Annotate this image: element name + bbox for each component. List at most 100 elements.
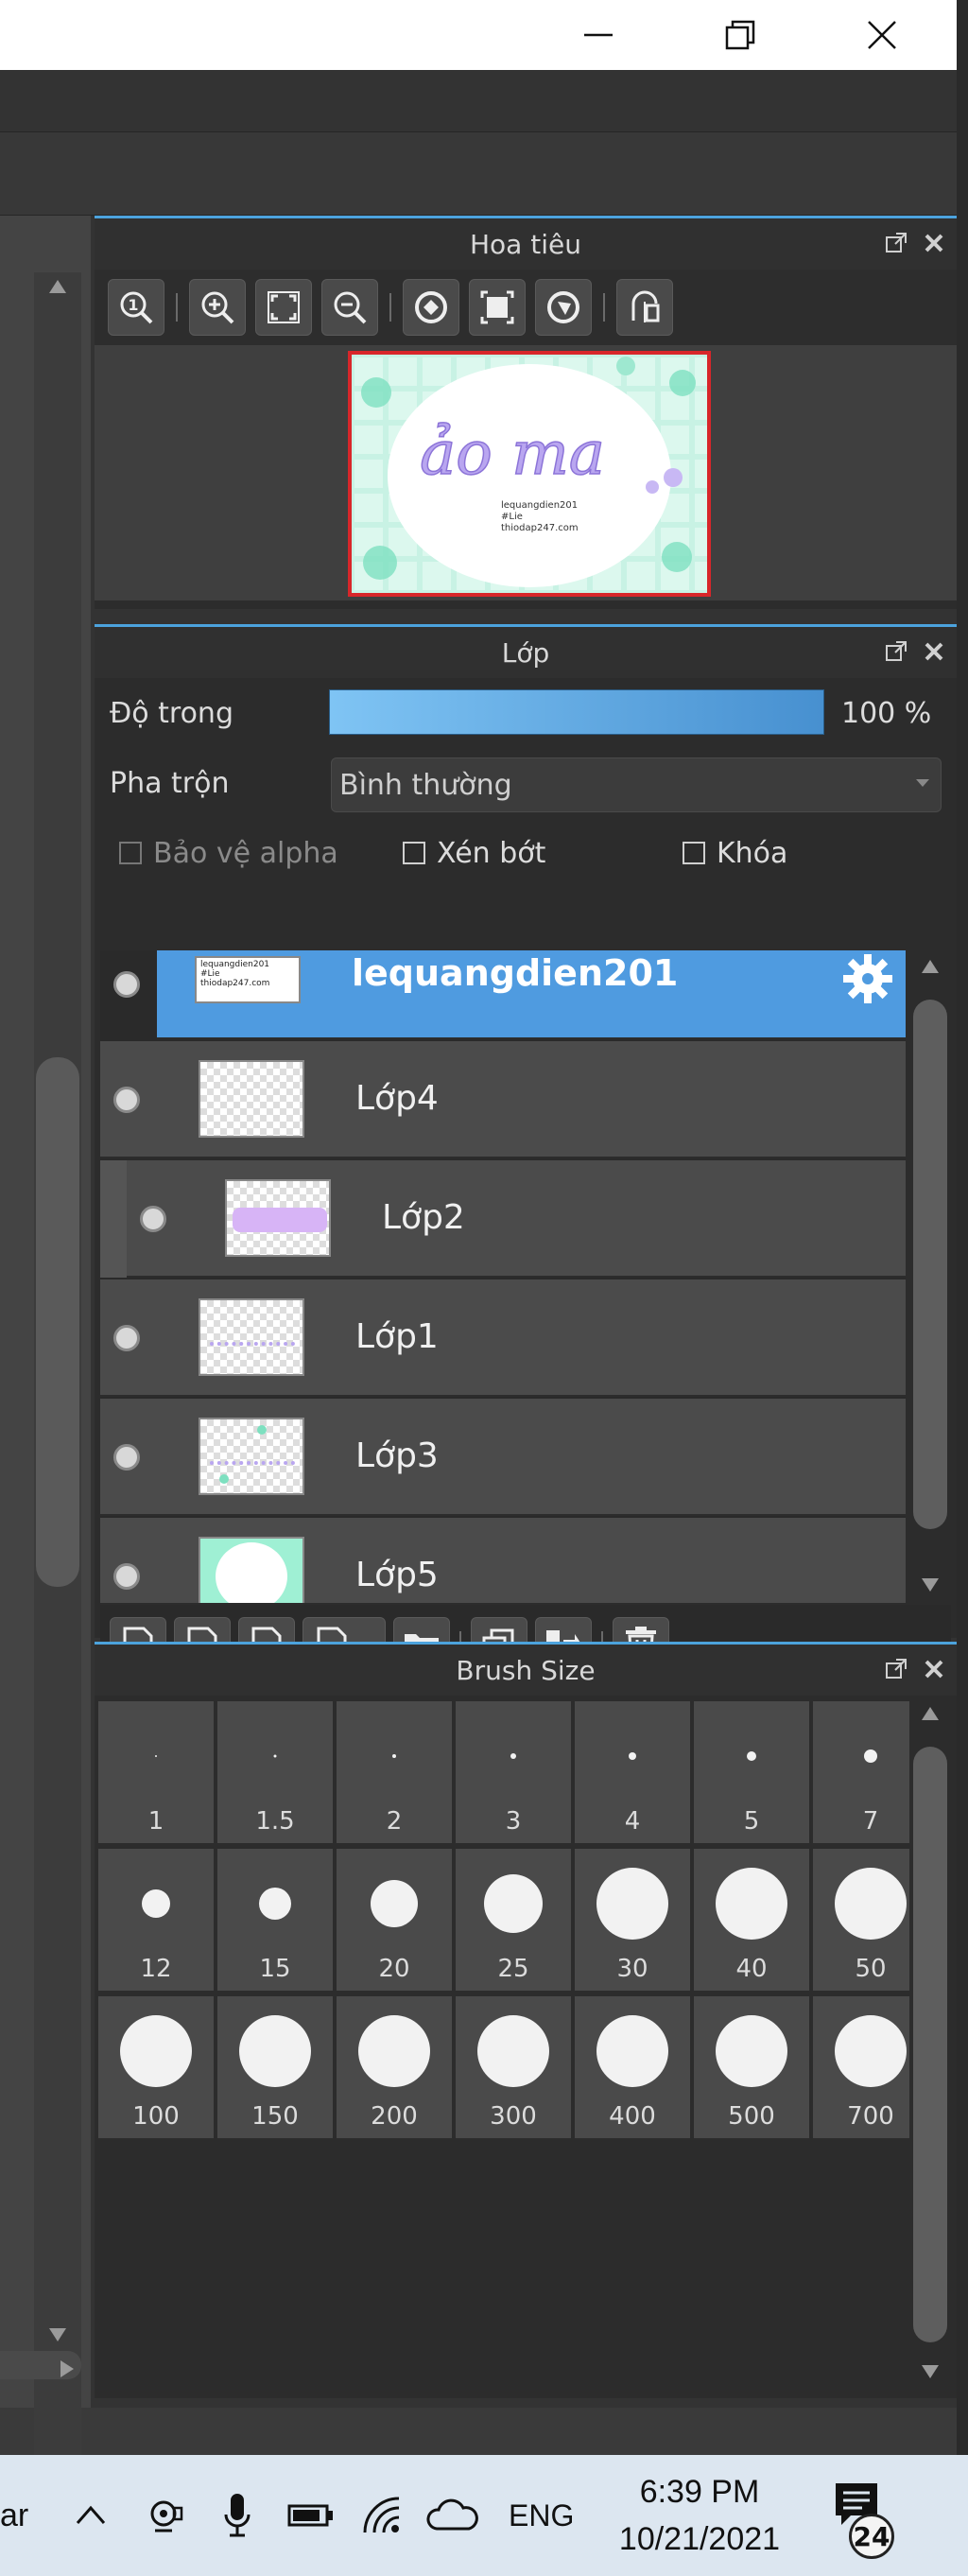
- navigator-popout-button[interactable]: [883, 230, 909, 256]
- brush-size-label: 400: [609, 2102, 656, 2131]
- checkbox-box: [119, 842, 142, 864]
- rotate-left-button[interactable]: [403, 279, 459, 336]
- close-window-button[interactable]: [847, 0, 917, 70]
- protect-alpha-checkbox[interactable]: Bảo vệ alpha: [119, 837, 338, 870]
- brush-size-option[interactable]: 100: [98, 1996, 214, 2138]
- brush-size-option[interactable]: 15: [217, 1849, 333, 1991]
- brush-size-option[interactable]: 30: [575, 1849, 690, 1991]
- fit-screen-button[interactable]: [255, 279, 312, 336]
- windows-taskbar: ar ENG 6:39 PM 10/21/2021 24: [0, 2455, 968, 2576]
- layer-item-lop1[interactable]: Lớp1: [100, 1279, 906, 1397]
- popout-icon: [886, 641, 907, 661]
- brush-scroll-thumb[interactable]: [913, 1747, 947, 2342]
- brush-size-dot: [259, 1888, 291, 1920]
- brush-size-option[interactable]: 25: [456, 1849, 571, 1991]
- onedrive-tray-button[interactable]: [425, 2455, 478, 2576]
- scroll-down-arrow-icon[interactable]: [922, 2365, 939, 2378]
- microphone-tray-button[interactable]: [223, 2455, 251, 2576]
- canvas-preview-image[interactable]: ảo ma lequangdien201 #Lie thiodap247.com: [348, 351, 711, 597]
- blend-mode-select[interactable]: Bình thường: [331, 757, 942, 812]
- brush-size-label: 200: [371, 2102, 418, 2131]
- preview-line-1: lequangdien201: [501, 500, 578, 511]
- brush-size-option[interactable]: 150: [217, 1996, 333, 2138]
- layers-scroll-thumb[interactable]: [913, 1000, 947, 1529]
- scroll-up-arrow-icon[interactable]: [922, 1707, 939, 1720]
- brush-size-option[interactable]: 2: [337, 1701, 452, 1843]
- brush-size-option[interactable]: 12: [98, 1849, 214, 1991]
- taskbar-clock[interactable]: 6:39 PM 10/21/2021: [605, 2468, 794, 2563]
- layer-visibility-toggle[interactable]: [113, 1325, 140, 1351]
- layer-item-lequangdien201[interactable]: lequangdien201 #Lie thiodap247.com lequa…: [157, 950, 906, 1039]
- scroll-up-arrow-icon[interactable]: [49, 280, 66, 293]
- brush-size-option[interactable]: 1.5: [217, 1701, 333, 1843]
- brush-size-option[interactable]: 5: [694, 1701, 809, 1843]
- layers-header: Lớp: [95, 627, 957, 678]
- layer-item-lop5[interactable]: Lớp5: [100, 1518, 906, 1603]
- flip-horizontal-icon: [631, 290, 660, 322]
- brush-size-scrollbar[interactable]: [909, 1697, 951, 2388]
- layer-visibility-toggle[interactable]: [140, 1206, 166, 1232]
- window-edge: [957, 0, 968, 2455]
- brush-size-label: 15: [259, 1955, 291, 1983]
- navigator-close-button[interactable]: [921, 230, 947, 256]
- scroll-right-arrow-icon[interactable]: [60, 2360, 74, 2377]
- layer-name: Lớp3: [355, 1436, 439, 1475]
- opacity-slider[interactable]: [329, 689, 824, 735]
- navigator-preview[interactable]: ảo ma lequangdien201 #Lie thiodap247.com: [95, 345, 957, 600]
- camera-tray-button[interactable]: [147, 2455, 185, 2576]
- scroll-down-arrow-icon[interactable]: [922, 1578, 939, 1592]
- scroll-down-arrow-icon[interactable]: [49, 2328, 66, 2341]
- maximize-button[interactable]: [705, 0, 775, 70]
- notification-count-badge: 24: [849, 2514, 894, 2559]
- show-hidden-icons-button[interactable]: [72, 2455, 110, 2576]
- brush-size-label: 5: [743, 1807, 760, 1836]
- battery-tray-button[interactable]: [287, 2455, 335, 2576]
- canvas-scroll-thumb[interactable]: [36, 1057, 79, 1587]
- layers-scrollbar[interactable]: [909, 950, 951, 1603]
- brush-size-dot: [835, 1868, 907, 1940]
- layer-visibility-toggle[interactable]: [113, 1563, 140, 1590]
- wifi-tray-button[interactable]: [361, 2455, 403, 2576]
- layer-visibility-toggle[interactable]: [113, 1087, 140, 1113]
- minimize-button[interactable]: [563, 0, 633, 70]
- title-bar: [0, 0, 957, 70]
- brush-size-option[interactable]: 400: [575, 1996, 690, 2138]
- brush-size-dot: [358, 2015, 430, 2087]
- close-icon: [925, 642, 943, 661]
- layer-settings-button[interactable]: [839, 950, 896, 1007]
- brush-size-option[interactable]: 3: [456, 1701, 571, 1843]
- zoom-in-button[interactable]: [189, 279, 246, 336]
- layer-item-lop3[interactable]: Lớp3: [100, 1399, 906, 1516]
- layer-visibility-toggle[interactable]: [113, 1444, 140, 1471]
- taskbar-app-label[interactable]: ar: [0, 2455, 28, 2576]
- brush-size-dot: [747, 1751, 756, 1761]
- zoom-actual-button[interactable]: 1: [108, 279, 164, 336]
- clip-checkbox[interactable]: Xén bớt: [403, 837, 545, 870]
- brush-size-option[interactable]: 1: [98, 1701, 214, 1843]
- brush-size-option[interactable]: 40: [694, 1849, 809, 1991]
- brush-size-option[interactable]: 500: [694, 1996, 809, 2138]
- canvas-vertical-scrollbar[interactable]: [34, 272, 81, 2551]
- flip-horizontal-button[interactable]: [616, 279, 673, 336]
- scroll-up-arrow-icon[interactable]: [922, 960, 939, 973]
- rotate-right-button[interactable]: [535, 279, 592, 336]
- layer-item-lop2[interactable]: Lớp2: [127, 1160, 906, 1278]
- layer-item-lop4[interactable]: Lớp4: [100, 1041, 906, 1158]
- layer-thumbnail: [199, 1060, 304, 1138]
- layers-close-button[interactable]: [921, 638, 947, 665]
- layers-popout-button[interactable]: [883, 638, 909, 665]
- layer-name: lequangdien201: [352, 952, 679, 994]
- brush-size-option[interactable]: 20: [337, 1849, 452, 1991]
- brush-size-option[interactable]: 4: [575, 1701, 690, 1843]
- layer-visibility-toggle[interactable]: [113, 971, 140, 998]
- lock-checkbox[interactable]: Khóa: [683, 837, 787, 870]
- brush-size-option[interactable]: 200: [337, 1996, 452, 2138]
- zoom-out-button[interactable]: [321, 279, 378, 336]
- reset-view-button[interactable]: [469, 279, 526, 336]
- brush-size-option[interactable]: 300: [456, 1996, 571, 2138]
- language-indicator[interactable]: ENG: [509, 2455, 574, 2576]
- thumb-line-3: thiodap247.com: [200, 979, 270, 988]
- brush-popout-button[interactable]: [883, 1656, 909, 1682]
- brush-close-button[interactable]: [921, 1656, 947, 1682]
- fit-screen-icon: [268, 291, 300, 323]
